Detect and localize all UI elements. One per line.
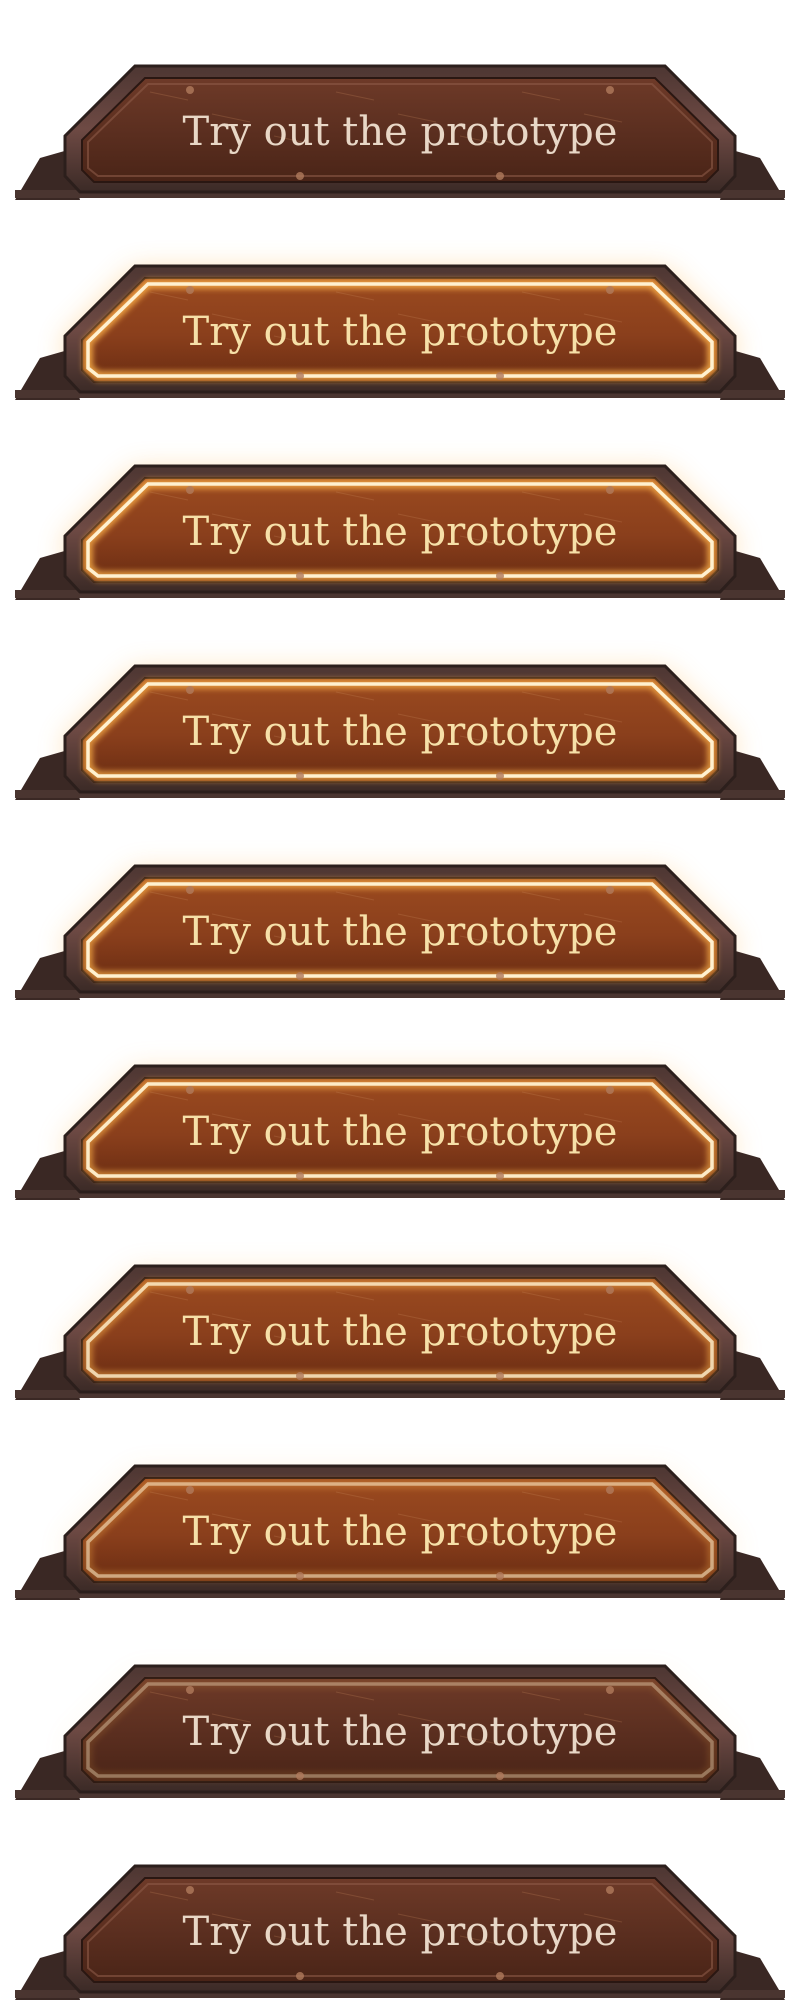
button-label: Try out the prototype <box>183 1109 618 1155</box>
rivet <box>496 172 504 180</box>
button-frame-6: Try out the prototype <box>0 1000 800 1200</box>
rivet <box>296 1572 304 1580</box>
try-prototype-button[interactable]: Try out the prototype <box>0 1600 800 1800</box>
button-label: Try out the prototype <box>183 1509 618 1555</box>
rivet <box>606 86 614 94</box>
try-prototype-button[interactable]: Try out the prototype <box>0 1400 800 1600</box>
button-frame-4: Try out the prototype <box>0 600 800 800</box>
button-state-sheet: Try out the prototype Try out the prototy… <box>0 0 800 2000</box>
rivet <box>496 1572 504 1580</box>
rivet <box>606 1886 614 1894</box>
rivet <box>606 1686 614 1694</box>
rivet <box>606 286 614 294</box>
rivet <box>296 172 304 180</box>
button-frame-3: Try out the prototype <box>0 400 800 600</box>
rivet <box>296 572 304 580</box>
button-label: Try out the prototype <box>183 1309 618 1355</box>
rivet <box>496 972 504 980</box>
rivet <box>606 486 614 494</box>
button-frame-10: Try out the prototype <box>0 1800 800 2000</box>
rivet <box>496 1772 504 1780</box>
button-frame-5: Try out the prototype <box>0 800 800 1000</box>
try-prototype-button[interactable]: Try out the prototype <box>0 200 800 400</box>
rivet <box>296 1172 304 1180</box>
rivet <box>186 1886 194 1894</box>
button-frame-7: Try out the prototype <box>0 1200 800 1400</box>
try-prototype-button[interactable]: Try out the prototype <box>0 1200 800 1400</box>
try-prototype-button[interactable]: Try out the prototype <box>0 800 800 1000</box>
button-label: Try out the prototype <box>183 1909 618 1955</box>
rivet <box>186 86 194 94</box>
rivet <box>186 286 194 294</box>
rivet <box>496 1972 504 1980</box>
rivet <box>296 972 304 980</box>
rivet <box>606 686 614 694</box>
rivet <box>496 1372 504 1380</box>
rivet <box>606 886 614 894</box>
button-label: Try out the prototype <box>183 109 618 155</box>
rivet <box>186 686 194 694</box>
button-frame-1: Try out the prototype <box>0 0 800 200</box>
rivet <box>606 1486 614 1494</box>
rivet <box>496 572 504 580</box>
try-prototype-button[interactable]: Try out the prototype <box>0 0 800 200</box>
rivet <box>496 1172 504 1180</box>
try-prototype-button[interactable]: Try out the prototype <box>0 1000 800 1200</box>
try-prototype-button[interactable]: Try out the prototype <box>0 1800 800 2000</box>
button-label: Try out the prototype <box>183 709 618 755</box>
rivet <box>186 1486 194 1494</box>
button-frame-9: Try out the prototype <box>0 1600 800 1800</box>
rivet <box>296 772 304 780</box>
rivet <box>496 372 504 380</box>
rivet <box>186 1286 194 1294</box>
button-label: Try out the prototype <box>183 1709 618 1755</box>
try-prototype-button[interactable]: Try out the prototype <box>0 600 800 800</box>
rivet <box>186 1686 194 1694</box>
rivet <box>296 1972 304 1980</box>
rivet <box>186 1086 194 1094</box>
button-label: Try out the prototype <box>183 509 618 555</box>
button-label: Try out the prototype <box>183 309 618 355</box>
rivet <box>296 372 304 380</box>
rivet <box>496 772 504 780</box>
rivet <box>296 1772 304 1780</box>
rivet <box>186 486 194 494</box>
button-label: Try out the prototype <box>183 909 618 955</box>
rivet <box>296 1372 304 1380</box>
rivet <box>606 1286 614 1294</box>
rivet <box>606 1086 614 1094</box>
rivet <box>186 886 194 894</box>
button-frame-8: Try out the prototype <box>0 1400 800 1600</box>
try-prototype-button[interactable]: Try out the prototype <box>0 400 800 600</box>
button-frame-2: Try out the prototype <box>0 200 800 400</box>
